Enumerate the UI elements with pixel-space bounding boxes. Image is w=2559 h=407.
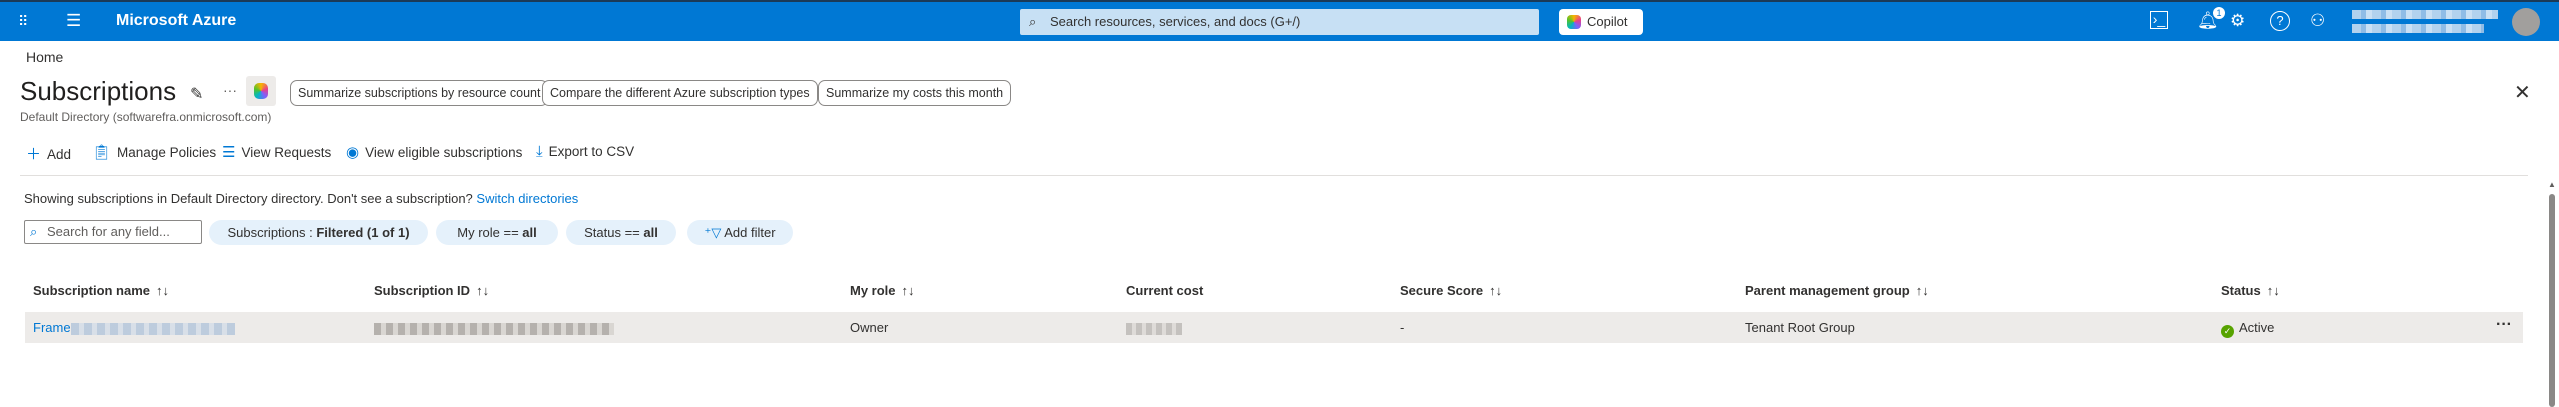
download-icon: ⤓ [536,143,543,160]
secure-score-cell: - [1400,320,1405,335]
my-role-cell: Owner [850,320,889,335]
copilot-button[interactable]: Copilot [1559,9,1643,35]
view-requests-label: View Requests [241,145,332,160]
sort-icon[interactable]: ↑↓ [902,283,915,298]
copilot-icon[interactable] [246,76,276,106]
prompt-compare-subscription-types[interactable]: Compare the different Azure subscription… [542,80,818,106]
page-subtitle: Default Directory (softwarefra.onmicroso… [20,110,272,124]
pin-icon[interactable]: ✎ [190,84,203,104]
scroll-up-icon[interactable]: ▲ [2548,180,2556,189]
sort-icon[interactable]: ↑↓ [156,283,169,298]
redacted-id [374,322,614,335]
sort-icon[interactable]: ↑↓ [476,283,489,298]
column-header-subscription-name[interactable]: Subscription name ↑↓ [33,283,169,298]
parent-group-cell: Tenant Root Group [1745,320,1855,335]
column-header-secure-score[interactable]: Secure Score ↑↓ [1400,283,1502,298]
export-csv-button[interactable]: ⤓ Export to CSV [536,143,634,160]
view-eligible-subscriptions-button[interactable]: ◉ View eligible subscriptions [346,143,522,161]
header-label: Status [2221,283,2261,298]
current-cost-cell [1126,320,1182,335]
column-header-status[interactable]: Status ↑↓ [2221,283,2280,298]
header-label: Current cost [1126,283,1204,298]
column-header-my-role[interactable]: My role ↑↓ [850,283,915,298]
cloud-shell-icon[interactable]: ›_ [2150,11,2168,29]
view-requests-button[interactable]: ☰ View Requests [222,143,331,161]
sort-icon[interactable]: ↑↓ [2267,283,2280,298]
filter-value: Filtered (1 of 1) [316,225,410,240]
app-launcher-icon[interactable]: ⠿ [18,11,28,31]
eye-icon: ◉ [346,144,360,161]
more-options-icon[interactable]: ··· [223,82,237,98]
search-icon: ⌕ [1029,14,1037,29]
filter-status[interactable]: Status == all [566,220,676,245]
status-cell: ✓ Active [2221,320,2274,338]
scrollbar-thumb[interactable] [2549,194,2555,407]
row-more-actions-icon[interactable]: ··· [2496,316,2512,334]
manage-policies-button[interactable]: 📋︎ Manage Policies [92,143,216,161]
header-label: My role [850,283,896,298]
divider [20,175,2528,176]
top-bar: ⠿ ☰ Microsoft Azure ⌕ Search resources, s… [0,0,2559,41]
column-header-parent-group[interactable]: Parent management group ↑↓ [1745,283,1929,298]
redacted-cost [1126,322,1182,335]
filter-label: My role == [457,225,523,240]
filter-label: Subscriptions : [227,225,317,240]
add-filter-label: Add filter [724,225,776,240]
close-icon[interactable]: ✕ [2514,80,2531,105]
view-eligible-label: View eligible subscriptions [365,145,523,160]
filter-value: all [522,225,537,240]
clipboard-icon: 📋︎ [92,144,112,161]
hamburger-menu-icon[interactable]: ☰ [66,11,81,31]
avatar[interactable] [2512,8,2540,36]
export-label: Export to CSV [548,144,635,159]
info-text: Showing subscriptions in Default Directo… [24,191,473,206]
header-label: Secure Score [1400,283,1484,298]
settings-gear-icon[interactable]: ⚙ [2230,11,2245,31]
feedback-icon[interactable]: ⚇ [2310,11,2325,31]
manage-policies-label: Manage Policies [117,145,217,160]
add-button[interactable]: ＋ Add [26,143,71,164]
account-info[interactable] [2352,8,2500,38]
page-title: Subscriptions [20,76,177,106]
notification-badge: 1 [2213,7,2225,19]
status-text: Active [2239,320,2275,335]
subscription-name-link[interactable]: Frame [33,320,235,335]
help-icon[interactable]: ? [2270,11,2290,31]
filter-label: Status == [584,225,644,240]
global-search-input[interactable]: ⌕ Search resources, services, and docs (G… [1020,9,1539,35]
active-check-icon: ✓ [2221,325,2234,338]
vertical-scrollbar[interactable]: ▲ [2548,180,2556,407]
copilot-label: Copilot [1587,14,1628,29]
prompt-summarize-resource-count[interactable]: Summarize subscriptions by resource coun… [290,80,549,106]
breadcrumb-home[interactable]: Home [26,49,63,65]
header-label: Subscription name [33,283,151,298]
add-filter-icon: ⁺▽ [704,225,725,240]
filter-value: all [643,225,658,240]
redacted-name [70,322,235,335]
search-placeholder: Search for any field... [47,224,170,239]
column-header-current-cost: Current cost [1126,283,1203,298]
sort-icon[interactable]: ↑↓ [1489,283,1502,298]
add-filter-button[interactable]: ⁺▽ Add filter [687,220,793,245]
filter-search-input[interactable]: ⌕ Search for any field... [24,220,202,244]
copilot-icon [1567,15,1581,29]
plus-icon: ＋ [26,146,42,163]
subscription-id [374,320,614,335]
list-icon: ☰ [222,144,236,161]
prompt-summarize-costs[interactable]: Summarize my costs this month [818,80,1012,106]
search-icon: ⌕ [30,224,38,239]
directory-info: Showing subscriptions in Default Directo… [24,191,578,206]
filter-subscriptions[interactable]: Subscriptions : Filtered (1 of 1) [209,220,428,245]
brand-title[interactable]: Microsoft Azure [116,12,236,30]
search-placeholder: Search resources, services, and docs (G+… [1050,14,1301,29]
sort-icon[interactable]: ↑↓ [1916,283,1929,298]
subscription-name[interactable]: Frame [33,320,71,335]
header-label: Subscription ID [374,283,471,298]
column-header-subscription-id[interactable]: Subscription ID ↑↓ [374,283,489,298]
filter-my-role[interactable]: My role == all [436,220,558,245]
header-label: Parent management group [1745,283,1910,298]
add-label: Add [47,147,72,162]
switch-directories-link[interactable]: Switch directories [476,191,578,206]
